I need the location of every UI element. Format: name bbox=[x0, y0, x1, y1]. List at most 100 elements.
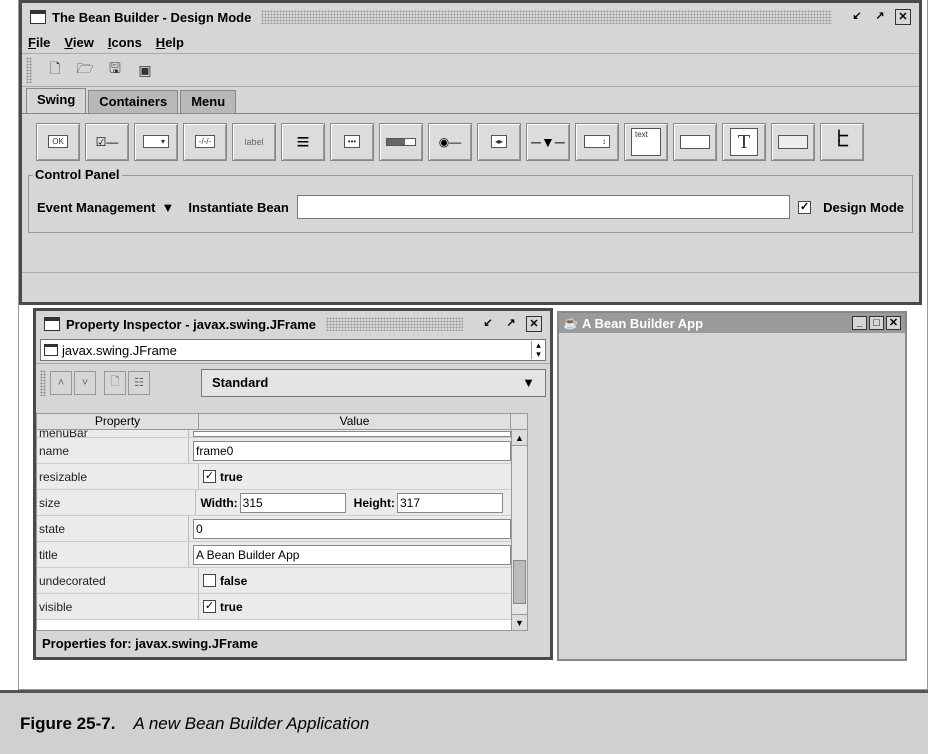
name-value-input[interactable]: frame0 bbox=[193, 440, 511, 461]
chevron-down-icon: ▼ bbox=[161, 199, 175, 215]
list-icon[interactable]: ☷ bbox=[128, 370, 150, 395]
minimize-icon[interactable]: ↙ bbox=[849, 9, 865, 25]
app-titlebar[interactable]: ☕ A Bean Builder App _ □ ✕ bbox=[559, 313, 905, 333]
java-icon: ☕ bbox=[563, 316, 578, 330]
app-window-title: A Bean Builder App bbox=[581, 315, 704, 331]
palette-radio-icon[interactable]: ◉— bbox=[428, 122, 472, 161]
bean-builder-window: The Bean Builder - Design Mode ↙ ↗ ✕ Fil… bbox=[19, 0, 922, 305]
scroll-down-icon[interactable]: ▼ bbox=[512, 614, 527, 630]
titlebar-grip bbox=[261, 10, 832, 24]
figure-frame: The Bean Builder - Design Mode ↙ ↗ ✕ Fil… bbox=[18, 0, 928, 690]
control-panel: Control Panel Event Management ▼ Instant… bbox=[28, 167, 913, 233]
add-property-icon[interactable]: 🗋 bbox=[104, 370, 126, 395]
open-icon[interactable]: 🗁 bbox=[74, 59, 96, 81]
minimize-icon[interactable]: _ bbox=[852, 316, 867, 330]
palette-textfield-icon[interactable] bbox=[673, 122, 717, 161]
table-scrollbar[interactable]: ▲ ▼ bbox=[511, 430, 527, 630]
palette-combobox-icon[interactable]: ▾ bbox=[134, 122, 178, 161]
palette-button-icon[interactable]: OK bbox=[36, 122, 80, 161]
close-icon[interactable]: ✕ bbox=[886, 316, 901, 330]
figure-caption-text: A new Bean Builder Application bbox=[133, 713, 370, 733]
table-row[interactable]: undecorated false bbox=[37, 568, 511, 594]
bean-selector[interactable]: javax.swing.JFrame ▴ ▾ bbox=[40, 339, 546, 361]
palette-spinner-icon[interactable]: ↕ bbox=[575, 122, 619, 161]
figure-caption: Figure 25-7. A new Bean Builder Applicat… bbox=[0, 690, 928, 754]
preview-icon[interactable]: ▣ bbox=[134, 59, 156, 81]
control-panel-legend: Control Panel bbox=[33, 167, 122, 182]
menu-file[interactable]: File bbox=[28, 35, 50, 50]
figure-number: Figure 25-7. bbox=[20, 713, 116, 733]
state-value-input[interactable]: 0 bbox=[193, 518, 511, 539]
tab-menu[interactable]: Menu bbox=[180, 90, 237, 113]
palette-tree-icon[interactable]: ┣━ ┗━ bbox=[820, 122, 864, 161]
bean-builder-app-window: ☕ A Bean Builder App _ □ ✕ bbox=[557, 311, 907, 661]
palette-textpane-icon[interactable]: T bbox=[722, 122, 766, 161]
height-input[interactable]: 317 bbox=[397, 492, 503, 513]
table-header: Property Value bbox=[37, 414, 527, 430]
column-header-property[interactable]: Property bbox=[37, 414, 199, 429]
maximize-icon[interactable]: □ bbox=[869, 316, 884, 330]
table-row[interactable]: size Width: 315 Height: 317 bbox=[37, 490, 511, 516]
column-header-value[interactable]: Value bbox=[199, 414, 511, 429]
table-row[interactable]: state 0 bbox=[37, 516, 511, 542]
palette-textarea-icon[interactable]: text bbox=[624, 122, 668, 161]
spinner-icon[interactable]: ▴ ▾ bbox=[531, 341, 545, 359]
resizable-checkbox[interactable]: ✓ bbox=[203, 470, 216, 483]
inspector-footer: Properties for: javax.swing.JFrame bbox=[42, 636, 259, 651]
inspector-titlebar[interactable]: Property Inspector - javax.swing.JFrame … bbox=[36, 311, 550, 337]
toolbar: 🗋 🗁 🖫 ▣ bbox=[22, 53, 919, 87]
toolbar-grip[interactable] bbox=[26, 57, 32, 83]
window-icon bbox=[44, 344, 58, 356]
instantiate-bean-label: Instantiate Bean bbox=[188, 199, 289, 215]
inspector-toolbar: ˄ ˅ 🗋 ☷ Standard ▼ bbox=[36, 363, 550, 401]
toolbar-grip[interactable] bbox=[40, 369, 46, 396]
chevron-up-icon[interactable]: ˄ bbox=[50, 370, 72, 395]
palette-checkbox-icon[interactable]: ☑— bbox=[85, 122, 129, 161]
view-mode-select[interactable]: Standard ▼ bbox=[201, 368, 546, 397]
chevron-down-icon: ▼ bbox=[522, 375, 535, 390]
width-input[interactable]: 315 bbox=[239, 492, 346, 513]
palette-label-icon[interactable]: label bbox=[232, 122, 276, 161]
visible-checkbox[interactable]: ✓ bbox=[203, 600, 216, 613]
scroll-up-icon[interactable]: ▲ bbox=[512, 430, 527, 446]
table-row[interactable]: resizable ✓ true bbox=[37, 464, 511, 490]
scroll-thumb[interactable] bbox=[513, 560, 526, 604]
maximize-icon[interactable]: ↗ bbox=[503, 316, 519, 332]
menu-bar: File View Icons Help bbox=[22, 31, 919, 53]
close-icon[interactable]: ✕ bbox=[895, 9, 911, 25]
undecorated-checkbox[interactable] bbox=[203, 574, 216, 587]
menu-view[interactable]: View bbox=[64, 35, 93, 50]
palette-scrollbar-icon[interactable]: ◂▸ bbox=[477, 122, 521, 161]
table-row[interactable]: menuBar bbox=[37, 430, 511, 438]
palette-formatted-field-icon[interactable]: -/-/- bbox=[183, 122, 227, 161]
palette-slider-icon[interactable]: ─▼─ bbox=[526, 122, 570, 161]
table-row[interactable]: visible ✓ true bbox=[37, 594, 511, 620]
tab-containers[interactable]: Containers bbox=[88, 90, 179, 113]
instantiate-bean-input[interactable] bbox=[296, 195, 791, 219]
inspector-title: Property Inspector - javax.swing.JFrame bbox=[66, 316, 316, 332]
close-icon[interactable]: ✕ bbox=[526, 316, 542, 332]
title-value-input[interactable]: A Bean Builder App bbox=[193, 544, 511, 565]
main-window-title: The Bean Builder - Design Mode bbox=[52, 9, 252, 25]
table-row[interactable]: name frame0 bbox=[37, 438, 511, 464]
property-inspector-window: Property Inspector - javax.swing.JFrame … bbox=[33, 308, 553, 660]
menu-icons[interactable]: Icons bbox=[108, 35, 142, 50]
component-palette: OK ☑— ▾ -/-/- label ≡ ••• ◉— ◂▸ ─▼─ ↕ te… bbox=[22, 113, 919, 169]
menu-help[interactable]: Help bbox=[156, 35, 184, 50]
save-icon[interactable]: 🖫 bbox=[104, 59, 126, 81]
palette-progress-icon[interactable] bbox=[379, 122, 423, 161]
minimize-icon[interactable]: ↙ bbox=[480, 316, 496, 332]
event-management-dropdown[interactable]: Event Management ▼ bbox=[37, 200, 174, 215]
palette-toggle-icon[interactable] bbox=[771, 122, 815, 161]
palette-list-icon[interactable]: ≡ bbox=[281, 122, 325, 161]
design-mode-checkbox[interactable]: ✓ bbox=[798, 200, 812, 214]
table-row[interactable]: title A Bean Builder App bbox=[37, 542, 511, 568]
chevron-down-icon[interactable]: ˅ bbox=[74, 370, 96, 395]
new-icon[interactable]: 🗋 bbox=[44, 59, 66, 81]
palette-password-icon[interactable]: ••• bbox=[330, 122, 374, 161]
main-titlebar[interactable]: The Bean Builder - Design Mode ↙ ↗ ✕ bbox=[22, 3, 919, 31]
maximize-icon[interactable]: ↗ bbox=[872, 9, 888, 25]
tab-swing[interactable]: Swing bbox=[26, 88, 87, 113]
status-bar bbox=[22, 272, 919, 302]
menubar-value-input[interactable] bbox=[193, 430, 511, 437]
